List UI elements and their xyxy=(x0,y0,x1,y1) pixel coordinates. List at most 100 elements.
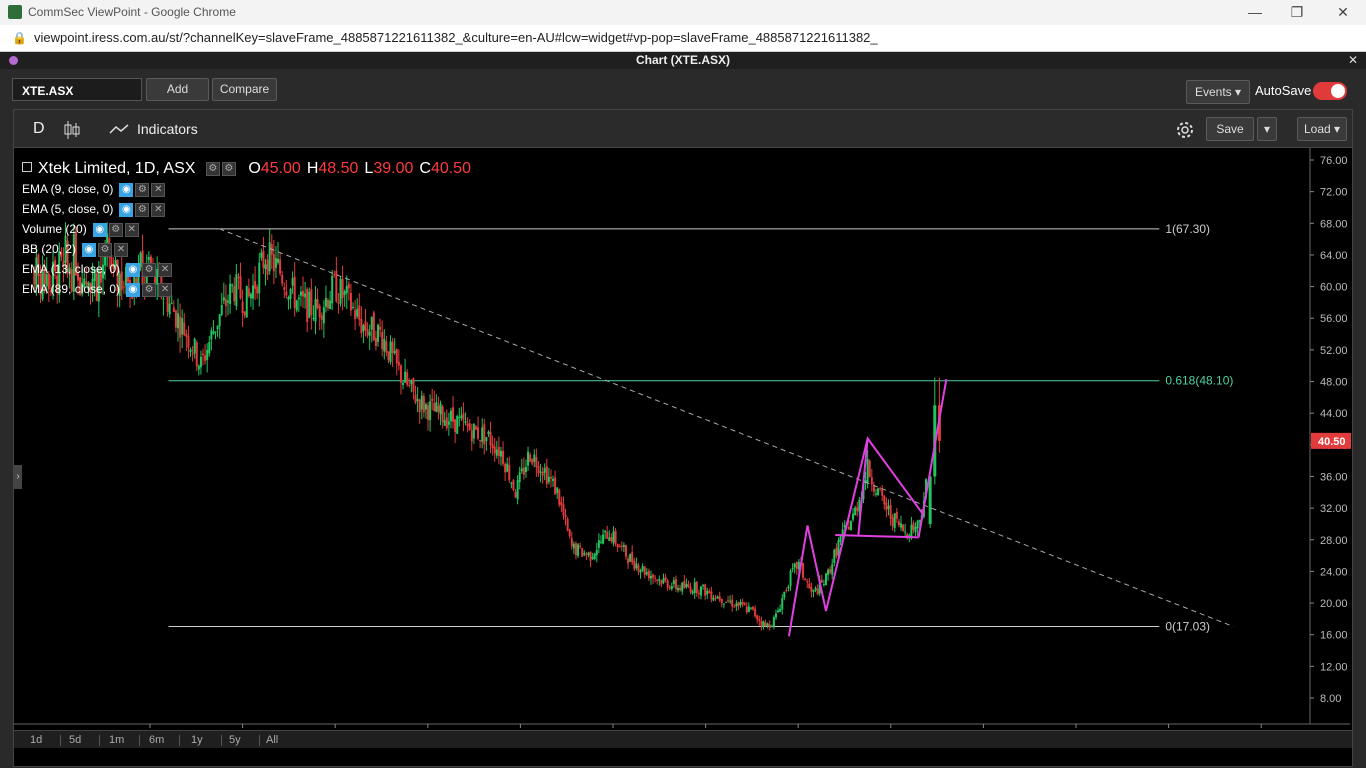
candle-body xyxy=(820,579,823,583)
candle-body xyxy=(639,570,642,573)
restore-button[interactable]: ❐ xyxy=(1282,2,1312,22)
candle-body xyxy=(718,596,721,601)
candle-body xyxy=(235,274,238,307)
candle-body xyxy=(758,619,761,621)
range-button-1d[interactable]: 1d xyxy=(30,734,42,746)
range-button-1y[interactable]: 1y xyxy=(191,734,203,746)
candle-body xyxy=(454,419,457,433)
y-tick-label: 52.00 xyxy=(1320,345,1348,357)
range-button-all[interactable]: All xyxy=(266,734,278,746)
candle-body xyxy=(466,423,469,427)
events-dropdown[interactable]: Events ▾ xyxy=(1186,80,1250,104)
price-chart[interactable]: 1(67.30) 0.618(48.10) 0(17.03) 76.00 72.00 6… xyxy=(14,148,1352,730)
side-panel-handle[interactable]: › xyxy=(14,465,22,489)
candle-body xyxy=(847,526,850,530)
range-button-6m[interactable]: 6m xyxy=(149,734,164,746)
address-bar[interactable]: 🔒 viewpoint.iress.com.au/st/?channelKey=… xyxy=(0,25,1366,52)
range-button-1m[interactable]: 1m xyxy=(109,734,124,746)
candle-body xyxy=(731,599,734,607)
gear-icon[interactable]: ⚙ xyxy=(98,243,113,258)
candle-body xyxy=(787,586,790,589)
chart-area[interactable]: D Indicators Save ▾ Load ▾ 1(67.30) 0.618… xyxy=(13,109,1353,767)
candle-body xyxy=(795,562,798,569)
save-options-button[interactable]: ▾ xyxy=(1257,117,1277,141)
settings-small-icon[interactable]: ⚙ xyxy=(221,161,236,176)
y-tick-label: 24.00 xyxy=(1320,566,1348,578)
candle-body xyxy=(645,572,648,575)
candle-body xyxy=(714,597,717,599)
eye-icon[interactable]: ◉ xyxy=(92,223,107,238)
indicators-icon[interactable] xyxy=(109,124,129,134)
candle-body xyxy=(556,487,559,493)
minimize-button[interactable]: — xyxy=(1240,2,1270,22)
candle-body xyxy=(560,502,563,506)
close-window-button[interactable]: ✕ xyxy=(1328,2,1358,22)
window-title: CommSec ViewPoint - Google Chrome xyxy=(28,5,236,19)
candle-body xyxy=(766,623,769,627)
candle-body xyxy=(683,580,686,588)
remove-icon[interactable]: ✕ xyxy=(124,223,139,238)
settings-small-icon[interactable]: ⚙ xyxy=(205,161,220,176)
eye-icon[interactable]: ◉ xyxy=(126,263,141,278)
eye-icon[interactable]: ◉ xyxy=(126,283,141,298)
candle-body xyxy=(849,521,852,531)
remove-icon[interactable]: ✕ xyxy=(158,283,173,298)
candle-body xyxy=(358,305,361,320)
symbol-input[interactable]: XTE.ASX xyxy=(12,78,142,101)
autosave-toggle[interactable] xyxy=(1313,82,1347,100)
candle-body xyxy=(545,466,548,484)
candle-body xyxy=(866,459,869,483)
candle-body xyxy=(306,288,309,323)
candle-body xyxy=(804,578,807,581)
range-button-5y[interactable]: 5y xyxy=(229,734,241,746)
candle-body xyxy=(370,316,373,330)
remove-icon[interactable]: ✕ xyxy=(114,243,129,258)
candle-body xyxy=(666,580,669,588)
candle-body xyxy=(791,567,794,570)
candle-body xyxy=(912,522,915,530)
candle-body xyxy=(887,506,890,509)
candlestick-type-icon[interactable] xyxy=(64,121,80,139)
gear-icon[interactable]: ⚙ xyxy=(135,203,150,218)
add-button[interactable]: Add xyxy=(146,78,209,101)
load-dropdown[interactable]: Load ▾ xyxy=(1297,117,1347,141)
gear-icon[interactable]: ⚙ xyxy=(142,283,157,298)
indicators-button[interactable]: Indicators xyxy=(137,121,198,137)
settings-gear-icon[interactable] xyxy=(1175,120,1195,140)
candle-body xyxy=(874,493,877,495)
gear-icon[interactable]: ⚙ xyxy=(142,263,157,278)
candle-body xyxy=(854,507,857,516)
widget-link-dot-icon[interactable] xyxy=(9,56,18,65)
fib-level-label: 0(17.03) xyxy=(1165,620,1210,634)
gear-icon[interactable]: ⚙ xyxy=(108,223,123,238)
period-button[interactable]: D xyxy=(33,120,45,138)
eye-icon[interactable]: ◉ xyxy=(82,243,97,258)
compare-button[interactable]: Compare xyxy=(212,78,277,101)
widget-close-button[interactable]: ✕ xyxy=(1348,52,1358,69)
remove-icon[interactable]: ✕ xyxy=(158,263,173,278)
collapse-legend-icon[interactable] xyxy=(22,162,32,173)
range-button-5d[interactable]: 5d xyxy=(69,734,81,746)
candle-body xyxy=(345,285,348,294)
candle-body xyxy=(777,610,780,613)
candle-body xyxy=(262,250,265,269)
candle-body xyxy=(297,297,300,300)
gear-icon[interactable]: ⚙ xyxy=(135,183,150,198)
candle-body xyxy=(285,291,288,296)
candle-body xyxy=(299,291,302,296)
save-button[interactable]: Save xyxy=(1206,117,1254,141)
url-text[interactable]: viewpoint.iress.com.au/st/?channelKey=sl… xyxy=(34,30,878,45)
remove-icon[interactable]: ✕ xyxy=(151,183,166,198)
candle-body xyxy=(445,417,448,429)
candle-body xyxy=(510,482,513,484)
candle-body xyxy=(599,541,602,543)
candle-body xyxy=(343,291,346,295)
candle-body xyxy=(233,285,236,302)
candle-body xyxy=(656,579,659,581)
remove-icon[interactable]: ✕ xyxy=(151,203,166,218)
candle-body xyxy=(585,554,588,556)
ohlc-key: O xyxy=(248,160,261,178)
eye-icon[interactable]: ◉ xyxy=(119,203,134,218)
eye-icon[interactable]: ◉ xyxy=(119,183,134,198)
candle-body xyxy=(477,427,480,439)
